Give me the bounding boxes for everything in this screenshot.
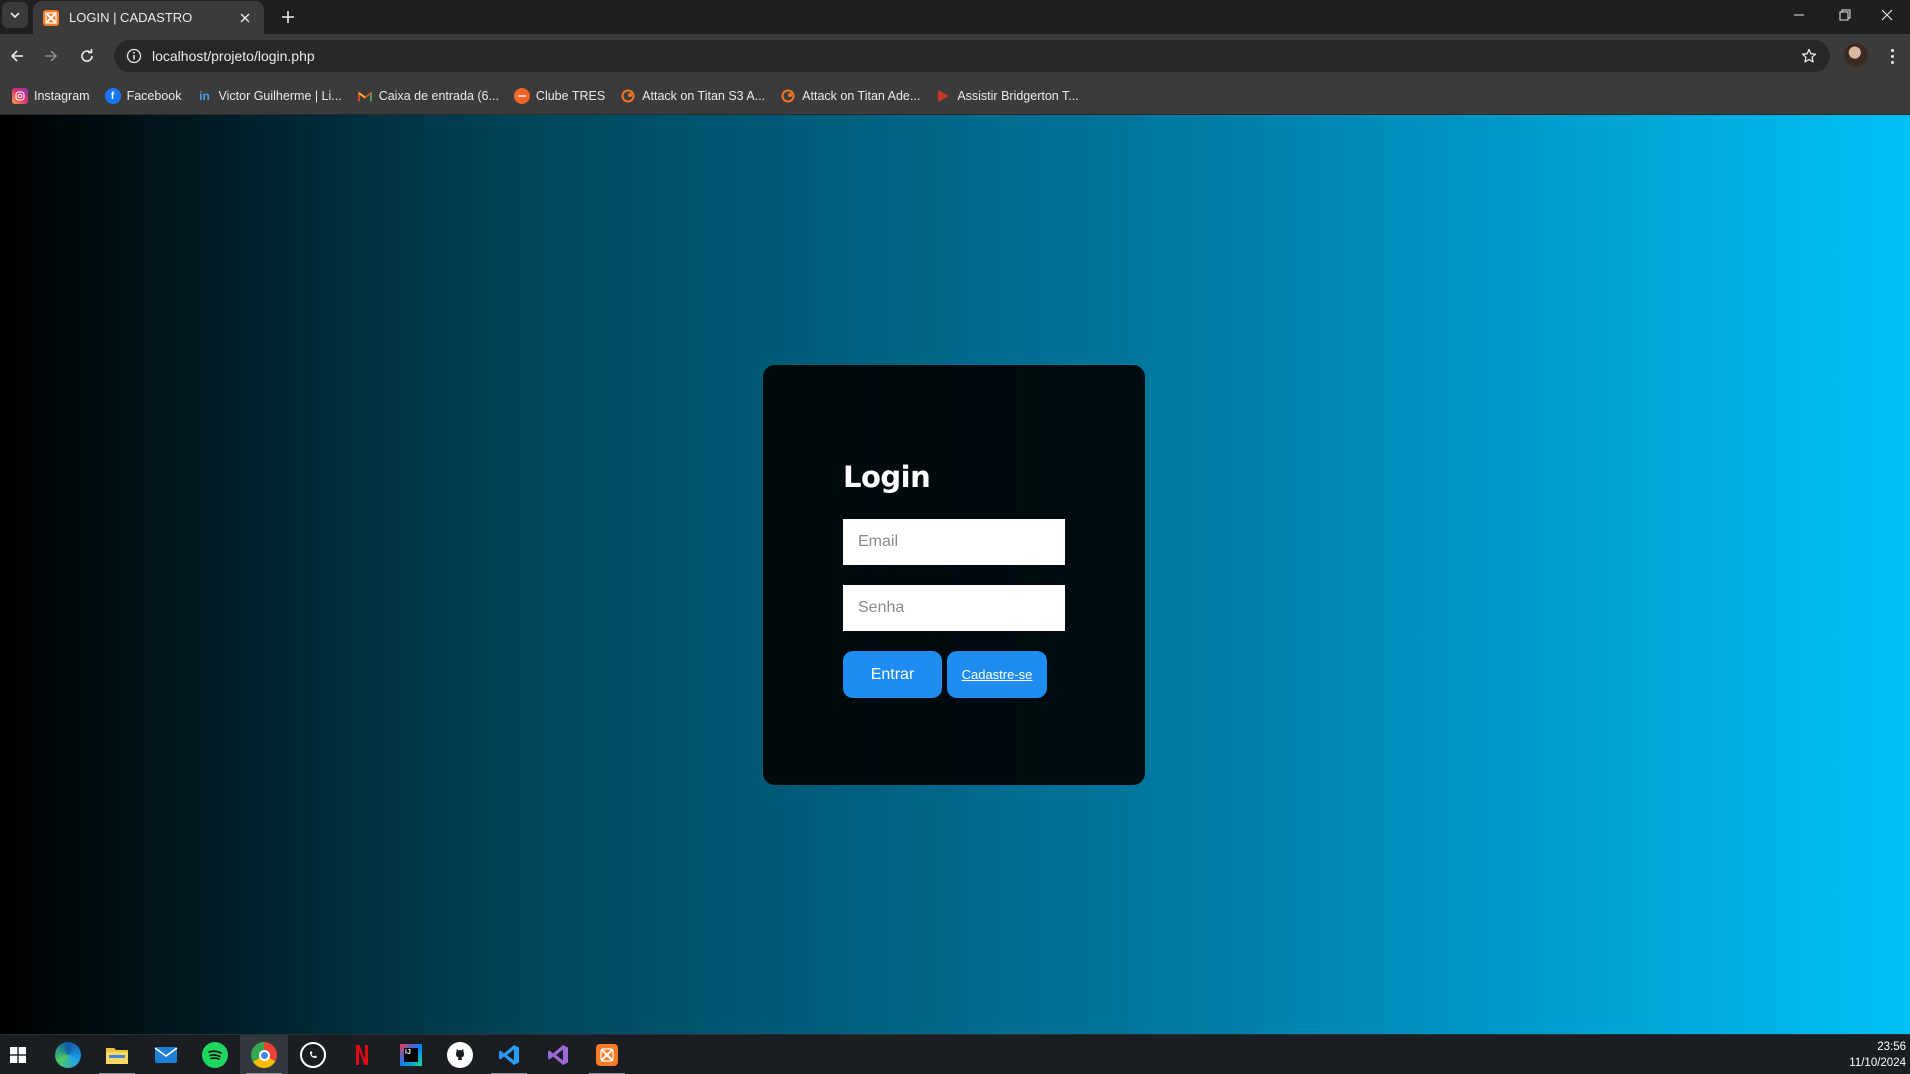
arrow-right-icon (45, 50, 58, 62)
facebook-icon: f (104, 88, 121, 104)
taskbar-github[interactable] (436, 1035, 484, 1074)
chrome-menu-icon[interactable] (1880, 43, 1904, 69)
minimize-button[interactable] (1776, 0, 1822, 30)
taskbar-chrome[interactable] (240, 1035, 288, 1074)
bookmark-clube-tres[interactable]: Clube TRES (508, 82, 611, 110)
bookmarks-bar: Instagram f Facebook in Victor Guilherme… (0, 78, 1910, 115)
taskbar-visual-studio[interactable] (534, 1035, 582, 1074)
crunchyroll-icon (780, 88, 796, 104)
arrow-left-icon (10, 50, 23, 62)
bookmark-label: Attack on Titan S3 A... (642, 89, 766, 103)
crunchyroll-icon (620, 88, 636, 104)
profile-avatar[interactable] (1844, 43, 1868, 67)
taskbar-intellij[interactable]: IJ (387, 1035, 435, 1074)
new-tab-button[interactable] (276, 5, 300, 29)
mail-icon (154, 1047, 178, 1063)
vscode-icon (499, 1045, 519, 1065)
forward-button[interactable] (36, 41, 66, 71)
close-tab-icon[interactable] (236, 9, 254, 27)
login-button[interactable]: Entrar (843, 651, 942, 698)
taskbar-mail[interactable] (142, 1035, 190, 1074)
active-tab[interactable]: LOGIN | CADASTRO (33, 1, 264, 34)
clube-tres-icon (513, 88, 530, 104)
reload-icon (81, 49, 93, 62)
browser-toolbar: localhost/projeto/login.php (0, 34, 1910, 78)
bookmark-label: Assistir Bridgerton T... (957, 89, 1079, 103)
email-field[interactable] (843, 519, 1065, 565)
page-viewport: Login Entrar Cadastre-se (0, 115, 1910, 1034)
netflix-icon (356, 1045, 368, 1065)
clock-date: 11/10/2024 (1849, 1057, 1906, 1069)
clock-time: 23:56 (1877, 1041, 1906, 1053)
address-bar[interactable]: localhost/projeto/login.php (114, 40, 1830, 72)
spotify-icon (202, 1042, 228, 1068)
windows-taskbar: IJ 23:56 11/10/2024 (0, 1034, 1910, 1074)
bookmark-attack-on-titan-ade[interactable]: Attack on Titan Ade... (774, 82, 926, 110)
tab-search-button[interactable] (2, 2, 28, 28)
taskbar-file-explorer[interactable] (93, 1035, 141, 1074)
minimize-icon (1794, 14, 1804, 16)
bookmark-instagram[interactable]: Instagram (6, 82, 96, 110)
bookmark-linkedin[interactable]: in Victor Guilherme | Li... (191, 82, 348, 110)
gmail-icon (357, 88, 373, 104)
edge-icon (55, 1042, 81, 1068)
bookmark-label: Instagram (34, 89, 90, 103)
button-row: Entrar Cadastre-se (843, 651, 1065, 698)
taskbar-whatsapp[interactable] (289, 1035, 337, 1074)
taskbar-xampp[interactable] (583, 1035, 631, 1074)
xampp-icon (43, 9, 59, 26)
signup-link[interactable]: Cadastre-se (947, 651, 1047, 698)
plus-icon (282, 11, 294, 23)
login-title: Login (843, 460, 931, 494)
bookmark-gmail[interactable]: Caixa de entrada (6... (351, 82, 505, 110)
file-explorer-icon (106, 1048, 128, 1064)
bookmark-attack-on-titan-s3[interactable]: Attack on Titan S3 A... (614, 82, 771, 110)
url-text: localhost/projeto/login.php (152, 48, 315, 64)
taskbar-edge[interactable] (44, 1035, 92, 1074)
close-window-button[interactable] (1864, 0, 1910, 30)
chevron-down-icon (10, 12, 20, 19)
bookmark-label: Facebook (126, 89, 182, 103)
restore-button[interactable] (1822, 0, 1868, 30)
taskbar-vscode[interactable] (485, 1035, 533, 1074)
back-button[interactable] (2, 41, 32, 71)
taskbar-spotify[interactable] (191, 1035, 239, 1074)
site-info-icon[interactable] (122, 44, 146, 68)
browser-tab-strip: LOGIN | CADASTRO (0, 0, 1910, 34)
xampp-icon (596, 1044, 618, 1066)
close-icon (1881, 9, 1893, 21)
password-field[interactable] (843, 585, 1065, 631)
bookmark-label: Attack on Titan Ade... (802, 89, 921, 103)
tab-title: LOGIN | CADASTRO (69, 10, 193, 25)
bookmark-star-icon[interactable] (1798, 45, 1820, 67)
reload-button[interactable] (72, 41, 102, 71)
start-button[interactable] (0, 1035, 42, 1074)
github-icon (447, 1042, 473, 1068)
whatsapp-icon (300, 1042, 326, 1068)
intellij-icon: IJ (400, 1044, 422, 1066)
bookmark-facebook[interactable]: f Facebook (99, 82, 188, 110)
bookmark-label: Clube TRES (535, 89, 606, 103)
bookmark-label: Caixa de entrada (6... (378, 89, 499, 103)
system-clock[interactable]: 23:56 11/10/2024 (1849, 1039, 1906, 1071)
windows-start-icon (10, 1047, 26, 1063)
login-card: Login Entrar Cadastre-se (763, 365, 1145, 785)
linkedin-icon: in (199, 89, 210, 103)
bookmark-bridgerton[interactable]: Assistir Bridgerton T... (929, 82, 1084, 110)
instagram-icon (12, 88, 28, 104)
bookmark-label: Victor Guilherme | Li... (218, 89, 342, 103)
taskbar-netflix[interactable] (338, 1035, 386, 1074)
chrome-icon (251, 1042, 277, 1068)
visual-studio-icon (548, 1045, 568, 1065)
play-icon (935, 88, 951, 104)
restore-icon (1839, 9, 1851, 21)
